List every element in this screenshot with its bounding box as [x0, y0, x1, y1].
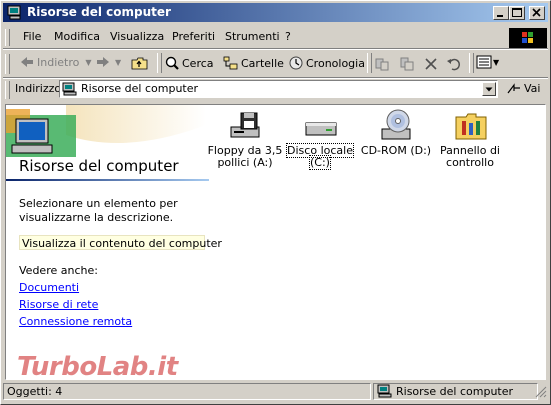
link-documents[interactable]: Documenti: [19, 281, 79, 294]
minimize-button[interactable]: [493, 6, 509, 20]
my-computer-small-icon: [62, 82, 77, 96]
toolbar-separator: [157, 53, 162, 73]
search-icon: [165, 56, 179, 70]
move-to-icon[interactable]: [374, 56, 390, 72]
maximize-button[interactable]: [509, 6, 525, 20]
web-view-pane: Risorse del computer Selezionare un elem…: [6, 105, 222, 379]
views-dropdown-icon[interactable]: ▼: [493, 58, 499, 67]
forward-dropdown-icon[interactable]: ▼: [115, 58, 121, 67]
window-title: Risorse del computer: [27, 5, 171, 19]
search-button[interactable]: Cerca: [164, 55, 214, 71]
menu-edit[interactable]: Modifica: [54, 30, 100, 43]
cdrom-icon: [381, 109, 411, 140]
views-icon: [476, 55, 492, 69]
menu-bar: File Modifica Visualizza Preferiti Strum…: [3, 27, 548, 48]
undo-icon[interactable]: [446, 56, 462, 72]
views-button[interactable]: ▼: [476, 55, 499, 69]
see-also-label: Vedere anche:: [19, 264, 98, 277]
forward-button[interactable]: ▼: [95, 55, 121, 69]
status-objects: Oggetti: 4: [7, 385, 63, 398]
title-bar[interactable]: Risorse del computer: [3, 3, 548, 22]
item-cdrom-label-1: CD-ROM (D:): [360, 144, 432, 157]
item-control-panel-label-2: controllo: [446, 156, 494, 169]
my-computer-icon: [7, 5, 21, 20]
forward-arrow-icon: [97, 57, 109, 67]
history-icon: [289, 56, 303, 70]
folders-button[interactable]: Cartelle: [223, 55, 284, 71]
windows-logo: [509, 28, 547, 49]
menu-favorites[interactable]: Preferiti: [172, 30, 215, 43]
back-dropdown-icon[interactable]: ▼: [85, 58, 91, 67]
menu-tools[interactable]: Strumenti: [225, 30, 280, 43]
history-button[interactable]: Cronologia: [288, 55, 365, 71]
pane-title: Risorse del computer: [19, 157, 179, 175]
pane-description: Selezionare un elemento per visualizzarn…: [19, 197, 178, 224]
explorer-window: Risorse del computer File Modifica Visua…: [0, 0, 551, 405]
status-location-panel: Risorse del computer: [373, 383, 538, 400]
status-bar: Oggetti: 4 Risorse del computer: [3, 382, 548, 402]
address-input[interactable]: Risorse del computer: [59, 80, 498, 98]
copy-to-icon[interactable]: [399, 56, 415, 72]
item-local-disk-label-2: (C:): [309, 155, 331, 170]
menu-help[interactable]: ?: [285, 30, 291, 43]
resize-grip-icon[interactable]: [535, 386, 547, 398]
close-button[interactable]: [529, 6, 545, 20]
menu-separator: [3, 48, 548, 50]
address-dropdown-button[interactable]: [482, 82, 496, 96]
address-value: Risorse del computer: [81, 82, 199, 95]
chevron-down-icon: [485, 87, 493, 92]
webview-banner-icon: [6, 105, 206, 157]
delete-icon[interactable]: [423, 56, 439, 72]
status-location: Risorse del computer: [396, 385, 514, 398]
up-folder-button[interactable]: [131, 55, 149, 71]
go-arrow-icon: [507, 83, 520, 94]
menu-file[interactable]: File: [23, 30, 41, 43]
item-floppy-label-2: pollici (A:): [217, 156, 273, 169]
link-network[interactable]: Risorse di rete: [19, 298, 98, 311]
toolbar-separator-3: [469, 53, 474, 73]
pane-hint: Visualizza il contenuto del computer: [19, 235, 222, 250]
my-computer-status-icon: [377, 384, 392, 398]
watermark-logo: TurboLab.it: [17, 352, 178, 382]
toolbar-separator-2: [367, 53, 372, 73]
pane-title-underline: [6, 179, 209, 181]
link-dialup[interactable]: Connessione remota: [19, 315, 132, 328]
back-button[interactable]: Indietro ▼: [19, 55, 92, 69]
floppy-drive-icon: [230, 112, 260, 138]
control-panel-icon: [455, 113, 487, 140]
folder-view[interactable]: Risorse del computer Selezionare un elem…: [5, 104, 546, 380]
hard-disk-icon: [305, 122, 337, 136]
back-arrow-icon: [21, 57, 33, 67]
address-label: Indirizzo: [15, 82, 62, 95]
folders-icon: [223, 56, 238, 70]
up-folder-icon: [131, 57, 148, 70]
go-button[interactable]: Vai: [506, 81, 540, 95]
address-bar: Indirizzo Risorse del computer Vai: [3, 79, 548, 101]
menu-view[interactable]: Visualizza: [110, 30, 164, 43]
standard-toolbar: Indietro ▼ ▼ Cerca Cartelle Cronologia ▼: [3, 51, 548, 77]
status-objects-panel: Oggetti: 4: [3, 383, 371, 400]
